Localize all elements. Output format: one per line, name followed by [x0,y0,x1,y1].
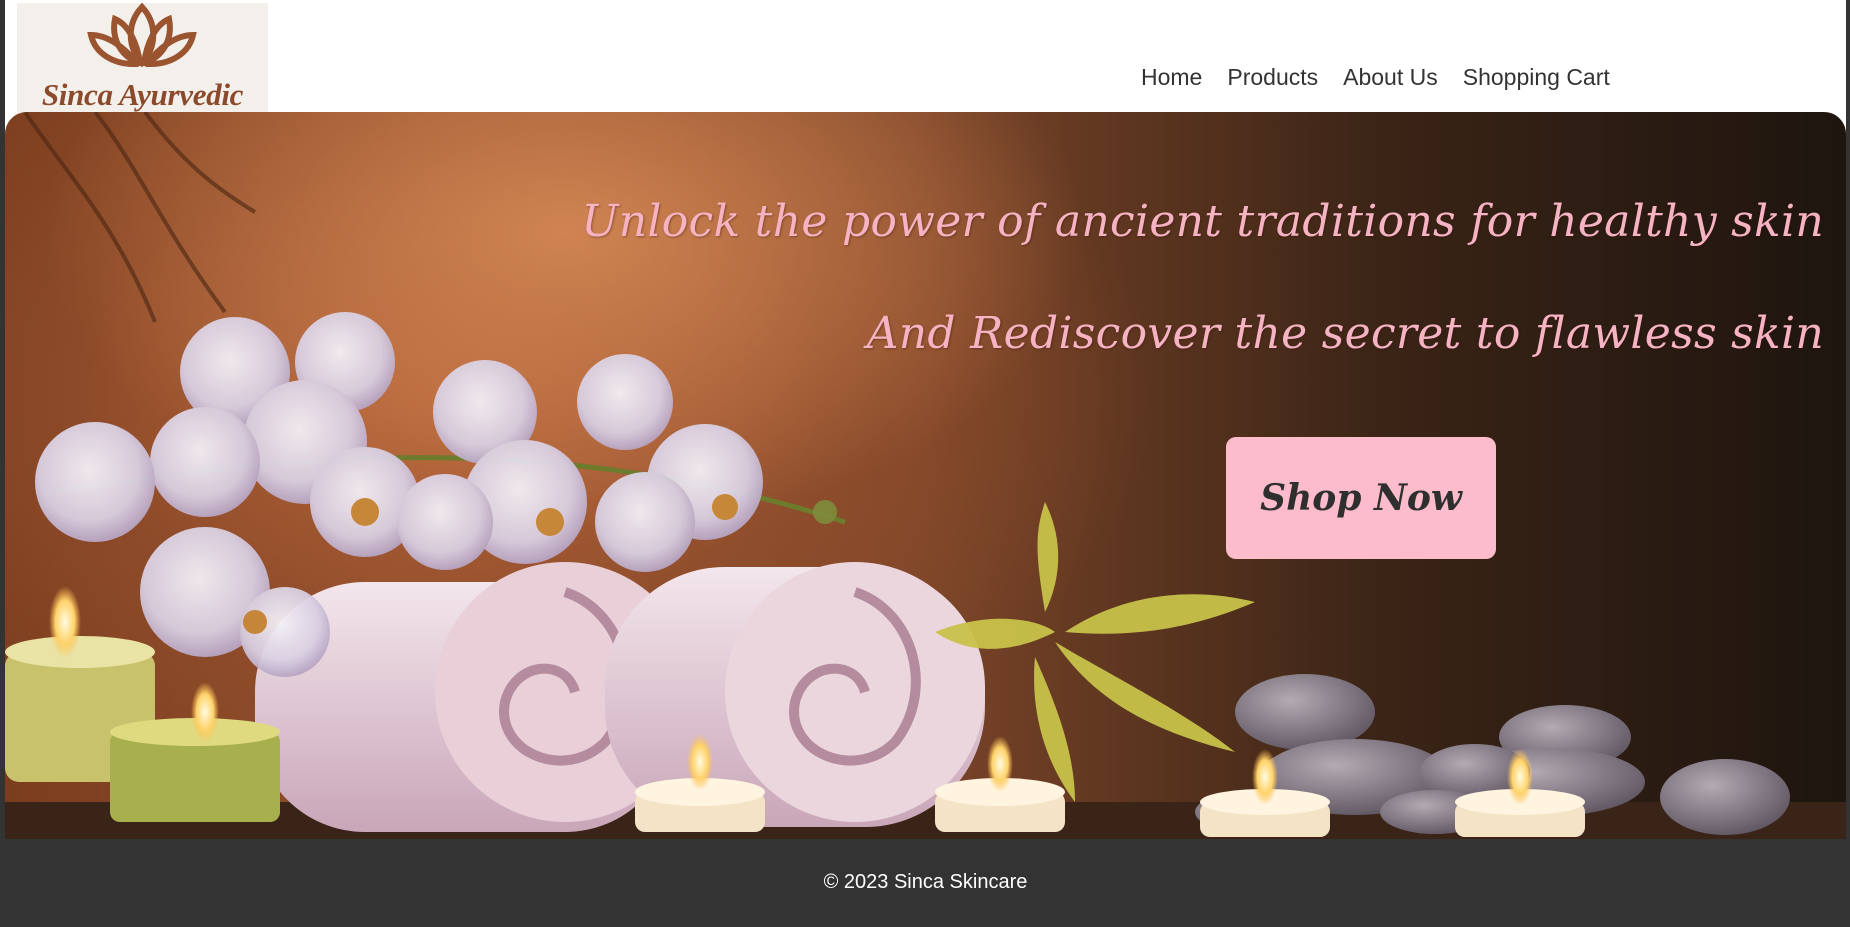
brand-logo[interactable]: Sinca Ayurvedic [17,3,268,113]
nav-products[interactable]: Products [1227,64,1318,91]
page-border-right [1846,0,1850,927]
main-nav: Home Products About Us Shopping Cart [1141,64,1635,91]
site-footer: © 2023 Sinca Skincare [5,839,1846,927]
hero-banner: Unlock the power of ancient traditions f… [5,112,1846,839]
nav-shopping-cart[interactable]: Shopping Cart [1463,64,1610,91]
site-header: Sinca Ayurvedic Home Products About Us S… [5,0,1846,113]
nav-home[interactable]: Home [1141,64,1202,91]
nav-about-us[interactable]: About Us [1343,64,1438,91]
hero-tagline-secondary: And Rediscover the secret to flawless sk… [866,308,1824,359]
hero-tagline-primary: Unlock the power of ancient traditions f… [581,196,1824,247]
lotus-icon [87,3,197,67]
shop-now-button[interactable]: Shop Now [1226,437,1496,559]
brand-name: Sinca Ayurvedic [41,77,244,112]
copyright-text: © 2023 Sinca Skincare [823,871,1028,893]
